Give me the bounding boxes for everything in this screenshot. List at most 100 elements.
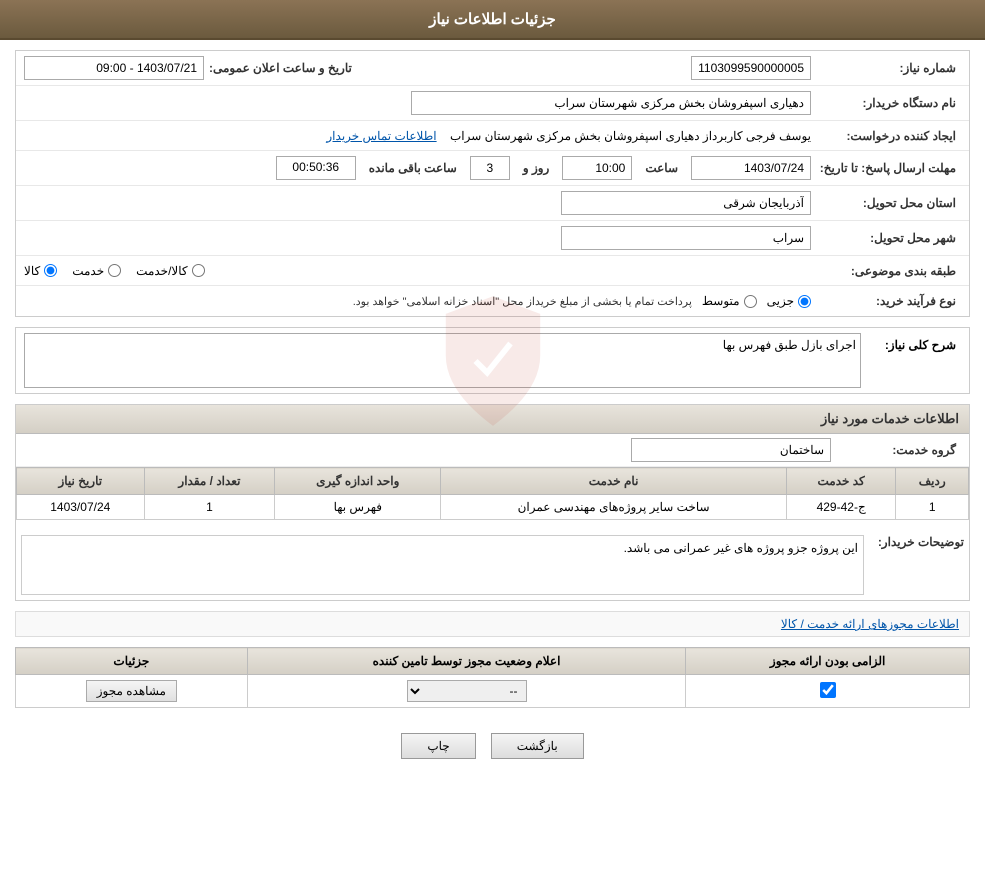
permits-col-required: الزامی بودن ارائه مجوز xyxy=(686,648,970,675)
page-title: جزئیات اطلاعات نیاز xyxy=(429,11,556,28)
buyer-org-row: نام دستگاه خریدار: xyxy=(16,86,969,121)
category-label: طبقه بندی موضوعی: xyxy=(811,264,961,278)
category-radio-kala[interactable] xyxy=(44,264,57,277)
creator-row: ایجاد کننده درخواست: یوسف فرجی کاربرداز … xyxy=(16,121,969,151)
response-days-input[interactable] xyxy=(470,156,510,180)
back-button[interactable]: بازگشت xyxy=(491,733,584,759)
cell-date: 1403/07/24 xyxy=(17,495,145,520)
province-label: استان محل تحویل: xyxy=(811,196,961,210)
response-days-label: روز و xyxy=(523,161,550,175)
need-description-label: شرح کلی نیاز: xyxy=(861,333,961,352)
col-header-code: کد خدمت xyxy=(786,468,895,495)
category-label-khedmat: خدمت xyxy=(72,264,104,278)
purchase-type-value-cell: جزیی متوسط پرداخت تمام یا بخشی از مبلغ خ… xyxy=(24,294,811,308)
countdown-label: ساعت باقی مانده xyxy=(369,161,457,175)
purchase-radio-mottvaset[interactable] xyxy=(744,295,757,308)
cell-unit: فهرس بها xyxy=(275,495,441,520)
need-number-input[interactable] xyxy=(691,56,811,80)
creator-value: یوسف فرجی کاربرداز دهیاری اسپفروشان بخش … xyxy=(450,129,811,143)
date-announce-input[interactable] xyxy=(24,56,204,80)
date-announce-label: تاریخ و ساعت اعلان عمومی: xyxy=(209,61,352,75)
buyer-org-label: نام دستگاه خریدار: xyxy=(811,96,961,110)
category-radio-kala-khedmat[interactable] xyxy=(192,264,205,277)
service-group-label: گروه خدمت: xyxy=(831,443,961,457)
contact-info-link[interactable]: اطلاعات تماس خریدار xyxy=(326,129,436,143)
province-input[interactable] xyxy=(561,191,811,215)
category-row: طبقه بندی موضوعی: کالا خدمت کالا/خدمت xyxy=(16,256,969,286)
category-option-khedmat[interactable]: خدمت xyxy=(72,264,121,278)
category-option-kala-khedmat[interactable]: کالا/خدمت xyxy=(136,264,204,278)
cell-row-num: 1 xyxy=(896,495,969,520)
province-row: استان محل تحویل: xyxy=(16,186,969,221)
response-time-input[interactable] xyxy=(562,156,632,180)
permits-table: الزامی بودن ارائه مجوز اعلام وضعیت مجوز … xyxy=(15,647,970,708)
buyer-notes-content: این پروژه جزو پروژه های غیر عمرانی می با… xyxy=(21,535,864,595)
purchase-option-jozii[interactable]: جزیی xyxy=(767,294,811,308)
response-time-label: ساعت xyxy=(645,161,678,175)
print-button[interactable]: چاپ xyxy=(401,733,475,759)
col-header-unit: واحد اندازه گیری xyxy=(275,468,441,495)
col-header-qty: تعداد / مقدار xyxy=(144,468,275,495)
category-value-cell: کالا خدمت کالا/خدمت xyxy=(24,264,811,278)
response-date-input[interactable] xyxy=(691,156,811,180)
response-date-value-cell: ساعت روز و ساعت باقی مانده 00:50:36 xyxy=(24,156,811,180)
permits-status-select[interactable]: -- xyxy=(407,680,527,702)
services-table-section: ردیف کد خدمت نام خدمت واحد اندازه گیری ت… xyxy=(16,467,969,520)
city-input[interactable] xyxy=(561,226,811,250)
response-date-label: مهلت ارسال پاسخ: تا تاریخ: xyxy=(811,161,961,175)
city-row: شهر محل تحویل: xyxy=(16,221,969,256)
creator-value-cell: یوسف فرجی کاربرداز دهیاری اسپفروشان بخش … xyxy=(24,129,811,143)
category-radio-khedmat[interactable] xyxy=(108,264,121,277)
need-number-label: شماره نیاز: xyxy=(811,61,961,75)
city-label: شهر محل تحویل: xyxy=(811,231,961,245)
page-header: جزئیات اطلاعات نیاز xyxy=(0,0,985,40)
purchase-radio-jozii[interactable] xyxy=(798,295,811,308)
col-header-name: نام خدمت xyxy=(441,468,787,495)
main-content: شماره نیاز: تاریخ و ساعت اعلان عمومی: نا… xyxy=(0,40,985,784)
permits-table-row: -- مشاهده مجوز xyxy=(16,675,970,708)
services-table: ردیف کد خدمت نام خدمت واحد اندازه گیری ت… xyxy=(16,467,969,520)
main-info-block: شماره نیاز: تاریخ و ساعت اعلان عمومی: نا… xyxy=(15,50,970,317)
footer-buttons: بازگشت چاپ xyxy=(15,718,970,774)
buyer-notes-text: این پروژه جزو پروژه های غیر عمرانی می با… xyxy=(624,541,858,555)
permits-cell-status: -- xyxy=(247,675,686,708)
buyer-notes-label: توضیحات خریدار: xyxy=(869,530,969,549)
response-date-row: مهلت ارسال پاسخ: تا تاریخ: ساعت روز و سا… xyxy=(16,151,969,186)
cell-qty: 1 xyxy=(144,495,275,520)
buyer-org-value-cell xyxy=(24,91,811,115)
page-container: جزئیات اطلاعات نیاز شماره نیاز: تاریخ و … xyxy=(0,0,985,875)
category-label-kala: کالا xyxy=(24,264,40,278)
cell-service-name: ساخت سایر پروژه‌های مهندسی عمران xyxy=(441,495,787,520)
watermark-shield-icon xyxy=(433,291,553,431)
purchase-option-mottvaset[interactable]: متوسط xyxy=(702,294,757,308)
table-row: 1 ج-42-429 ساخت سایر پروژه‌های مهندسی عم… xyxy=(17,495,969,520)
category-label-kala-khedmat: کالا/خدمت xyxy=(136,264,187,278)
countdown-value: 00:50:36 xyxy=(276,156,356,180)
permits-table-section: الزامی بودن ارائه مجوز اعلام وضعیت مجوز … xyxy=(15,647,970,708)
col-header-row: ردیف xyxy=(896,468,969,495)
permits-link-text[interactable]: اطلاعات مجوزهای ارائه خدمت / کالا xyxy=(781,617,959,631)
permits-required-checkbox[interactable] xyxy=(820,682,836,698)
service-group-row: گروه خدمت: xyxy=(16,434,969,467)
permits-col-details: جزئیات xyxy=(16,648,248,675)
need-number-row: شماره نیاز: تاریخ و ساعت اعلان عمومی: xyxy=(16,51,969,86)
creator-label: ایجاد کننده درخواست: xyxy=(811,129,961,143)
category-option-kala[interactable]: کالا xyxy=(24,264,57,278)
province-value-cell xyxy=(24,191,811,215)
city-value-cell xyxy=(24,226,811,250)
permits-col-status: اعلام وضعیت مجوز توسط تامین کننده xyxy=(247,648,686,675)
need-description-block: شرح کلی نیاز: xyxy=(15,327,970,394)
permits-link-row[interactable]: اطلاعات مجوزهای ارائه خدمت / کالا xyxy=(15,611,970,637)
buyer-notes-row: توضیحات خریدار: این پروژه جزو پروژه های … xyxy=(16,530,969,600)
permits-cell-details: مشاهده مجوز xyxy=(16,675,248,708)
purchase-label-mottvaset: متوسط xyxy=(702,294,740,308)
cell-service-code: ج-42-429 xyxy=(786,495,895,520)
buyer-org-input[interactable] xyxy=(411,91,811,115)
col-header-date: تاریخ نیاز xyxy=(17,468,145,495)
service-group-value-cell xyxy=(24,438,831,462)
service-group-input[interactable] xyxy=(631,438,831,462)
purchase-type-label: نوع فرآیند خرید: xyxy=(811,294,961,308)
need-description-row: شرح کلی نیاز: xyxy=(16,328,969,393)
view-permit-button[interactable]: مشاهده مجوز xyxy=(86,680,177,702)
permits-cell-required xyxy=(686,675,970,708)
